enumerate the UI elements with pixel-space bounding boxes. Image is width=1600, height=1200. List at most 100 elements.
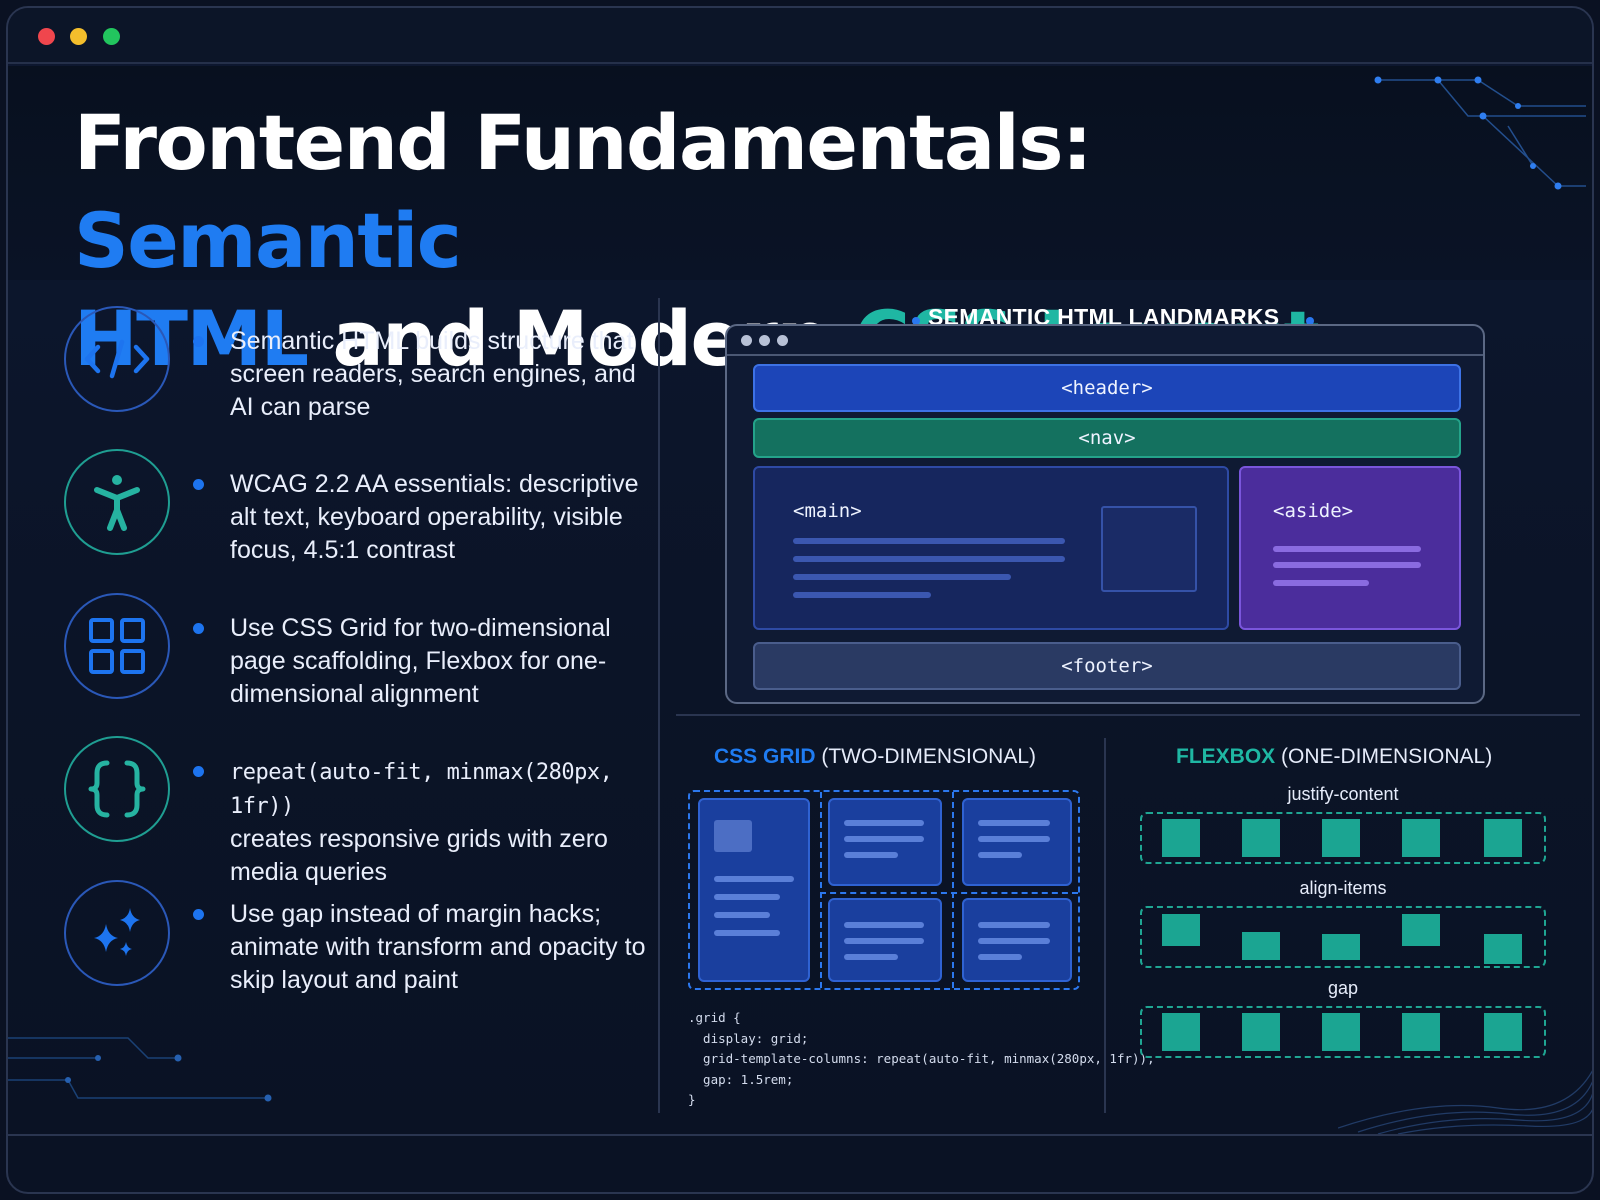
diagram-window-bar bbox=[727, 326, 1483, 356]
css-grid-title-rest: (TWO-DIMENSIONAL) bbox=[815, 745, 1037, 768]
landmark-footer-label: <footer> bbox=[1061, 655, 1153, 677]
bullet-dot bbox=[193, 336, 204, 347]
flex-item bbox=[1162, 819, 1200, 857]
text-line bbox=[714, 930, 780, 936]
landmark-footer: <footer> bbox=[753, 642, 1461, 690]
bullet-text-2: WCAG 2.2 AA essentials: descriptive alt … bbox=[230, 470, 639, 564]
flex-item bbox=[1322, 934, 1360, 960]
bullet-dot bbox=[193, 479, 204, 490]
grid-card bbox=[698, 798, 810, 982]
flex-item bbox=[1242, 932, 1280, 960]
text-line bbox=[978, 852, 1022, 858]
flex-item bbox=[1322, 819, 1360, 857]
grid-card bbox=[828, 898, 942, 982]
text-line bbox=[844, 836, 924, 842]
landmark-nav-label: <nav> bbox=[1078, 427, 1136, 449]
column-divider bbox=[658, 298, 660, 1113]
bullet-dot bbox=[193, 909, 204, 920]
card-thumbnail bbox=[714, 820, 752, 852]
flex-item bbox=[1242, 819, 1280, 857]
app-window: Frontend Fundamentals: Semantic HTML and … bbox=[6, 6, 1594, 1194]
grid-line bbox=[820, 892, 1078, 894]
flex-label-align: align-items bbox=[1299, 878, 1387, 898]
flex-item bbox=[1484, 819, 1522, 857]
text-line bbox=[1273, 580, 1369, 586]
text-line bbox=[1273, 562, 1421, 568]
flex-item bbox=[1402, 1013, 1440, 1051]
title-part-2: Semantic bbox=[74, 196, 462, 285]
flex-item bbox=[1484, 1013, 1522, 1051]
code-icon bbox=[64, 306, 170, 412]
image-placeholder bbox=[1101, 506, 1197, 592]
text-line bbox=[978, 954, 1022, 960]
footer-divider bbox=[8, 1134, 1592, 1136]
landmark-main: <main> bbox=[753, 466, 1229, 630]
landmark-nav: <nav> bbox=[753, 418, 1461, 458]
maximize-window-button[interactable] bbox=[103, 28, 120, 45]
bullet-text-5: Use gap instead of margin hacks; animate… bbox=[230, 900, 646, 994]
text-line bbox=[714, 894, 780, 900]
landmark-aside-label: <aside> bbox=[1273, 500, 1354, 522]
sparkles-icon bbox=[64, 880, 170, 986]
bullet-dot bbox=[193, 766, 204, 777]
flex-label-gap: gap bbox=[1327, 978, 1359, 998]
text-line bbox=[978, 938, 1050, 944]
text-line bbox=[844, 820, 924, 826]
landmark-aside: <aside> bbox=[1239, 466, 1461, 630]
text-line bbox=[844, 922, 924, 928]
css-grid-diagram bbox=[688, 790, 1080, 990]
bullet-text-4-rest: creates responsive grids with zero media… bbox=[230, 825, 608, 886]
flex-item bbox=[1322, 1013, 1360, 1051]
text-line bbox=[978, 836, 1050, 842]
text-line bbox=[978, 922, 1050, 928]
flexbox-title-rest: (ONE-DIMENSIONAL) bbox=[1275, 745, 1493, 768]
flex-item bbox=[1402, 819, 1440, 857]
text-line bbox=[1273, 546, 1421, 552]
braces-icon bbox=[64, 736, 170, 842]
text-line bbox=[714, 876, 794, 882]
text-line bbox=[844, 938, 924, 944]
text-line bbox=[714, 912, 770, 918]
flex-justify-diagram bbox=[1140, 812, 1546, 864]
section-divider bbox=[676, 714, 1580, 716]
grid-line bbox=[952, 792, 954, 988]
landmark-header-label: <header> bbox=[1061, 377, 1153, 399]
landmarks-diagram: <header> <nav> <main> <aside> <footer> bbox=[725, 324, 1485, 704]
grid-icon bbox=[64, 593, 170, 699]
css-grid-title-strong: CSS GRID bbox=[714, 745, 816, 768]
text-line bbox=[793, 574, 1011, 580]
window-dot bbox=[759, 335, 770, 346]
landmark-main-label: <main> bbox=[793, 500, 862, 522]
flex-item bbox=[1162, 1013, 1200, 1051]
flex-align-diagram bbox=[1140, 906, 1546, 968]
bullet-text-3: Use CSS Grid for two-dimensional page sc… bbox=[230, 614, 611, 708]
grid-card bbox=[962, 898, 1072, 982]
text-line bbox=[793, 592, 931, 598]
flex-item bbox=[1402, 914, 1440, 946]
close-window-button[interactable] bbox=[38, 28, 55, 45]
hero-banner: Frontend Fundamentals: Semantic HTML and … bbox=[8, 66, 1592, 383]
text-line bbox=[844, 852, 898, 858]
bullet-text-1: Semantic HTML builds structure that scre… bbox=[230, 327, 636, 421]
flex-item bbox=[1484, 934, 1522, 964]
grid-card bbox=[828, 798, 942, 886]
text-line bbox=[793, 556, 1065, 562]
css-grid-title: CSS GRID (TWO-DIMENSIONAL) bbox=[714, 745, 1036, 769]
minimize-window-button[interactable] bbox=[70, 28, 87, 45]
flex-item bbox=[1162, 914, 1200, 946]
flexbox-title: FLEXBOX (ONE-DIMENSIONAL) bbox=[1176, 745, 1492, 769]
bullet-dot bbox=[193, 623, 204, 634]
window-dot bbox=[777, 335, 788, 346]
circuit-decoration-icon bbox=[8, 1037, 272, 1102]
window-dot bbox=[741, 335, 752, 346]
flex-label-justify: justify-content bbox=[1287, 784, 1399, 804]
wave-decoration-icon bbox=[1338, 1070, 1592, 1134]
flexbox-title-strong: FLEXBOX bbox=[1176, 745, 1276, 768]
landmark-header: <header> bbox=[753, 364, 1461, 412]
text-line bbox=[844, 954, 898, 960]
flex-item bbox=[1242, 1013, 1280, 1051]
bullet-code: repeat(auto-fit, minmax(280px, 1fr)) bbox=[230, 760, 613, 819]
title-part-1: Frontend Fundamentals: bbox=[74, 98, 1092, 187]
text-line bbox=[978, 820, 1050, 826]
css-grid-code: .grid { display: grid; grid-template-col… bbox=[688, 1010, 1155, 1107]
